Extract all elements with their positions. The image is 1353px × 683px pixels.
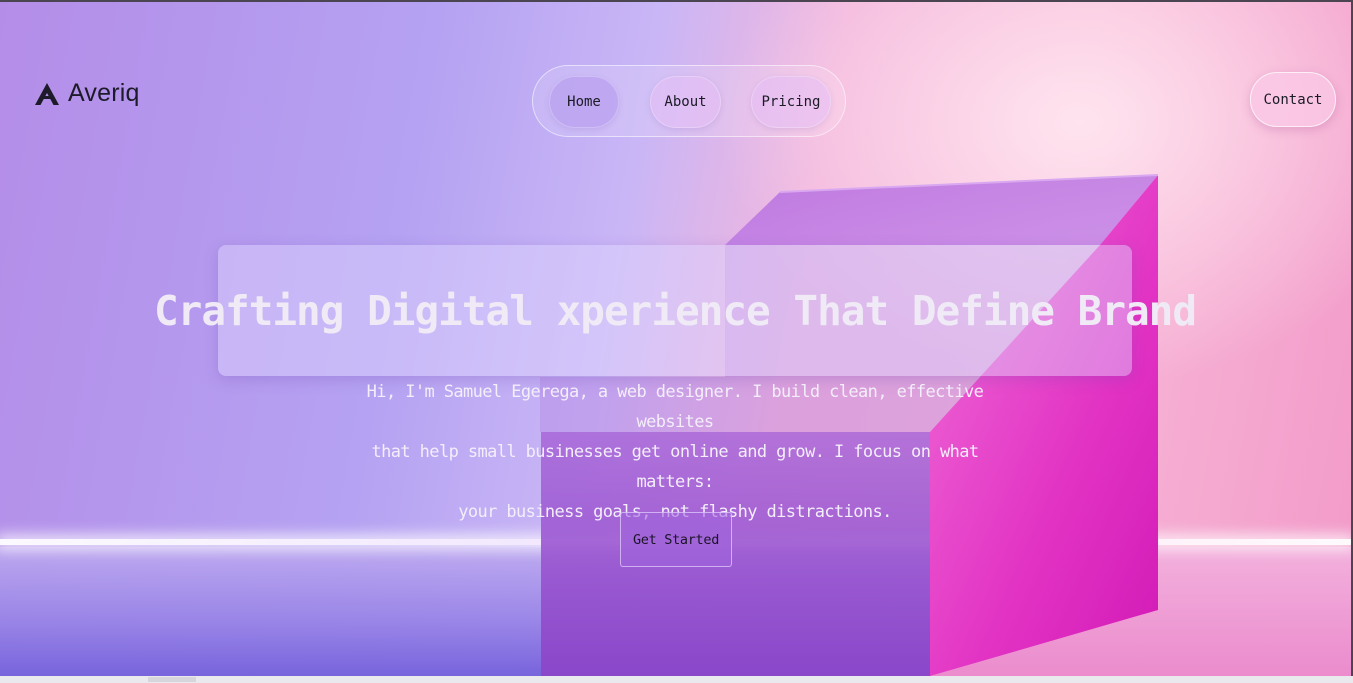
nav-home-button[interactable]: Home: [549, 76, 619, 128]
hero-title-card: Crafting Digital xperience That Define B…: [154, 245, 1197, 376]
hero-subtitle-line: Hi, I'm Samuel Egerega, a web designer. …: [366, 382, 984, 432]
contact-button[interactable]: Contact: [1250, 72, 1336, 127]
nav-about-button[interactable]: About: [650, 76, 721, 128]
main-nav: Home About Pricing: [532, 65, 846, 137]
hero-subtitle: Hi, I'm Samuel Egerega, a web designer. …: [330, 377, 1020, 527]
logo-a-icon: [35, 82, 59, 105]
get-started-button[interactable]: Get Started: [620, 512, 732, 567]
brand-logo[interactable]: Averiq: [34, 79, 140, 108]
horizontal-scrollbar[interactable]: [0, 676, 1353, 683]
hero-title: Crafting Digital xperience That Define B…: [153, 286, 1197, 335]
nav-pricing-button[interactable]: Pricing: [751, 76, 831, 128]
hero-subtitle-line: that help small businesses get online an…: [371, 442, 980, 492]
hero-section: Averiq Home About Pricing Contact Crafti…: [0, 0, 1353, 676]
scrollbar-thumb[interactable]: [148, 677, 196, 682]
brand-name: Averiq: [68, 79, 140, 107]
